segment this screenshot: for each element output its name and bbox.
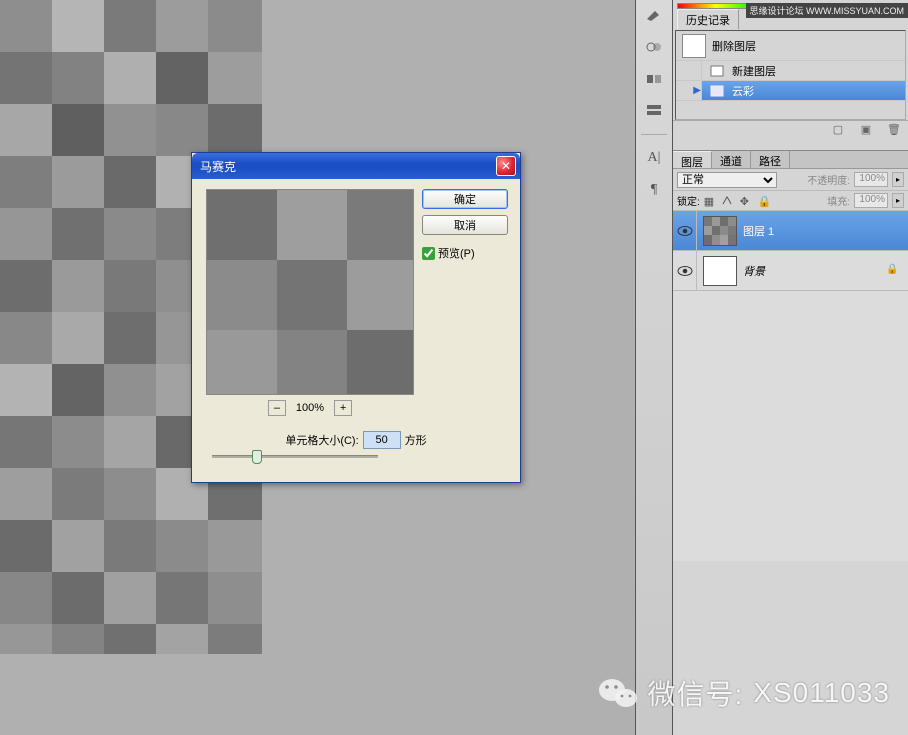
filter-preview[interactable] xyxy=(206,189,414,395)
history-marker-icon: ▶ xyxy=(693,85,701,96)
new-layer-icon xyxy=(708,63,726,79)
wechat-watermark: 微信号: XS011033 xyxy=(598,673,891,713)
visibility-toggle[interactable] xyxy=(673,251,697,290)
panels-column: 思缘设计论坛 WWW.MISSYUAN.COM 历史记录 删除图层 新建图层 ▶… xyxy=(673,0,908,735)
fill-label: 填充: xyxy=(827,193,850,208)
clone-panel-icon[interactable] xyxy=(643,38,665,56)
history-trash-icon[interactable]: 🗑 xyxy=(886,123,902,137)
lock-label: 锁定: xyxy=(677,193,700,208)
eye-icon xyxy=(677,225,693,237)
filter-icon xyxy=(708,83,726,99)
history-tab[interactable]: 历史记录 xyxy=(677,9,739,29)
history-list: 删除图层 新建图层 ▶ 云彩 xyxy=(675,30,906,120)
history-row-label: 删除图层 xyxy=(712,38,756,54)
cell-size-unit: 方形 xyxy=(405,432,427,448)
layer-thumbnail[interactable] xyxy=(703,256,737,286)
cell-size-label: 单元格大小(C): xyxy=(285,432,358,448)
opacity-label: 不透明度: xyxy=(807,172,850,187)
close-button[interactable]: ✕ xyxy=(496,156,516,176)
history-row-label: 云彩 xyxy=(732,83,754,99)
wechat-label: 微信号: xyxy=(648,673,744,713)
layer-thumbnail[interactable] xyxy=(703,216,737,246)
zoom-value: 100% xyxy=(296,402,324,414)
layer-name[interactable]: 背景 xyxy=(743,263,886,279)
opacity-input[interactable]: 100% xyxy=(854,172,888,187)
lock-transparent-icon[interactable]: ▦ xyxy=(704,195,716,207)
history-root-row[interactable]: 删除图层 xyxy=(676,31,905,61)
dialog-titlebar[interactable]: 马赛克 ✕ xyxy=(192,153,520,179)
paragraph-panel-icon[interactable]: ¶ xyxy=(643,181,665,199)
wechat-id: XS011033 xyxy=(753,677,890,709)
layer-name[interactable]: 图层 1 xyxy=(743,223,908,239)
lock-image-icon[interactable] xyxy=(722,195,734,207)
mosaic-dialog: 马赛克 ✕ – 100% + 确定 取消 xyxy=(191,152,521,483)
blend-mode-select[interactable]: 正常 xyxy=(677,172,777,188)
layer-row[interactable]: 图层 1 xyxy=(673,211,908,251)
slider-thumb-icon[interactable] xyxy=(252,450,262,464)
history-snapshot-icon[interactable]: ▢ xyxy=(830,123,846,137)
cell-size-input[interactable] xyxy=(363,431,401,449)
swatches-panel-icon[interactable] xyxy=(643,70,665,88)
dialog-title: 马赛克 xyxy=(200,158,496,175)
cancel-button[interactable]: 取消 xyxy=(422,215,508,235)
history-row[interactable]: 新建图层 xyxy=(676,61,905,81)
preview-label: 预览(P) xyxy=(438,245,475,261)
preview-checkbox-row[interactable]: 预览(P) xyxy=(422,245,508,261)
tab-layers[interactable]: 图层 xyxy=(673,151,712,168)
history-thumbnail-icon xyxy=(682,34,706,58)
history-panel: 思缘设计论坛 WWW.MISSYUAN.COM 历史记录 删除图层 新建图层 ▶… xyxy=(673,3,908,150)
lock-all-icon[interactable]: 🔒 xyxy=(758,195,770,207)
tab-paths[interactable]: 路径 xyxy=(751,151,790,168)
tab-channels[interactable]: 通道 xyxy=(712,151,751,168)
eye-icon xyxy=(677,265,693,277)
fill-flyout-icon[interactable]: ▸ xyxy=(892,193,904,208)
layers-panel: 图层 通道 路径 正常 不透明度: 100% ▸ 锁定: ▦ ✥ 🔒 填充: 1… xyxy=(673,150,908,731)
history-row-label: 新建图层 xyxy=(732,63,776,79)
brush-panel-icon[interactable] xyxy=(643,6,665,24)
tool-presets-icon[interactable] xyxy=(643,102,665,120)
wechat-icon xyxy=(598,676,638,710)
zoom-out-button[interactable]: – xyxy=(268,400,286,416)
zoom-in-button[interactable]: + xyxy=(334,400,352,416)
lock-fill-row: 锁定: ▦ ✥ 🔒 填充: 100% ▸ xyxy=(673,191,908,211)
visibility-toggle[interactable] xyxy=(673,211,697,250)
layers-list: 图层 1 背景 🔒 xyxy=(673,211,908,561)
cell-size-slider[interactable] xyxy=(212,455,378,463)
history-footer: ▢ ▣ 🗑 xyxy=(673,120,908,138)
history-camera-icon[interactable]: ▣ xyxy=(858,123,874,137)
vertical-tool-strip: A| ¶ xyxy=(635,0,673,735)
opacity-flyout-icon[interactable]: ▸ xyxy=(892,172,904,187)
lock-position-icon[interactable]: ✥ xyxy=(740,195,752,207)
blend-opacity-row: 正常 不透明度: 100% ▸ xyxy=(673,169,908,191)
preview-checkbox[interactable] xyxy=(422,247,435,260)
layers-tabs: 图层 通道 路径 xyxy=(673,151,908,169)
lock-indicator-icon: 🔒 xyxy=(886,264,900,278)
layer-row[interactable]: 背景 🔒 xyxy=(673,251,908,291)
source-watermark: 思缘设计论坛 WWW.MISSYUAN.COM xyxy=(746,3,908,18)
character-panel-icon[interactable]: A| xyxy=(643,149,665,167)
history-row-selected[interactable]: ▶ 云彩 xyxy=(676,81,905,101)
ok-button[interactable]: 确定 xyxy=(422,189,508,209)
fill-input[interactable]: 100% xyxy=(854,193,888,208)
